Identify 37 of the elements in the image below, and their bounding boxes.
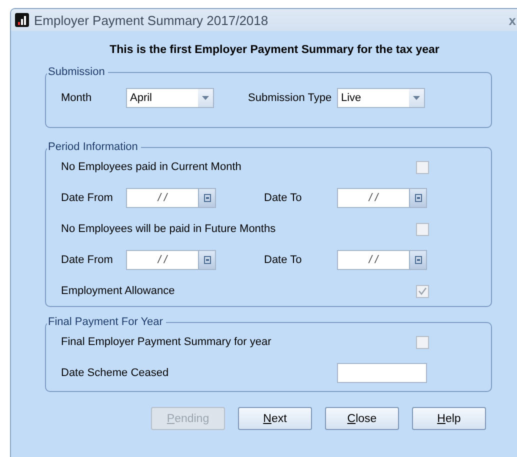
field-label: Date From [61,192,114,204]
field-label: Date From [61,254,114,266]
field-label: Submission Type [248,92,333,104]
bar-chart-icon [15,13,29,27]
calendar-icon [414,256,422,264]
checkbox-label: No Employees paid in Current Month [61,161,242,173]
calendar-icon [204,194,210,202]
checkbox-label: Final Employer Payment Summary for year [61,336,272,348]
dialog-button[interactable]: Help [412,407,486,430]
calendar-icon [414,194,422,202]
checkbox-label: No Employees will be paid in Future Months [61,223,276,235]
caret-icon [413,96,420,100]
date-field[interactable]: / / [337,250,427,270]
group-legend: Submission [47,66,108,78]
caret-icon [202,96,209,100]
dialog-button[interactable]: Close [325,407,399,430]
date-field[interactable]: / / [337,188,427,208]
dialog-button[interactable]: Next [238,407,312,430]
field-label: Month [61,92,93,104]
input-field[interactable] [337,363,427,383]
checkbox-label: Employment Allowance [61,285,175,297]
checkbox[interactable] [416,336,429,348]
checkbox[interactable] [416,160,429,174]
group-legend: Final Payment For Year [47,316,166,328]
month-dropdown[interactable]: April [126,88,214,108]
calendar-icon [204,256,210,264]
submission-type-dropdown[interactable]: Live [337,88,425,108]
group-legend: Period Information [47,141,141,153]
field-label: Date To [264,192,303,204]
field-label: Date To [264,254,303,266]
field-label: Date Scheme Ceased [61,367,169,379]
checkbox[interactable] [416,222,429,236]
checkbox[interactable] [416,284,429,298]
window-title: Employer Payment Summary 2017/2018 [34,12,268,28]
heading: This is the first Employer Payment Summary for the tax year [108,44,440,56]
date-field[interactable]: / / [126,250,216,270]
date-field[interactable]: / / [126,188,216,208]
